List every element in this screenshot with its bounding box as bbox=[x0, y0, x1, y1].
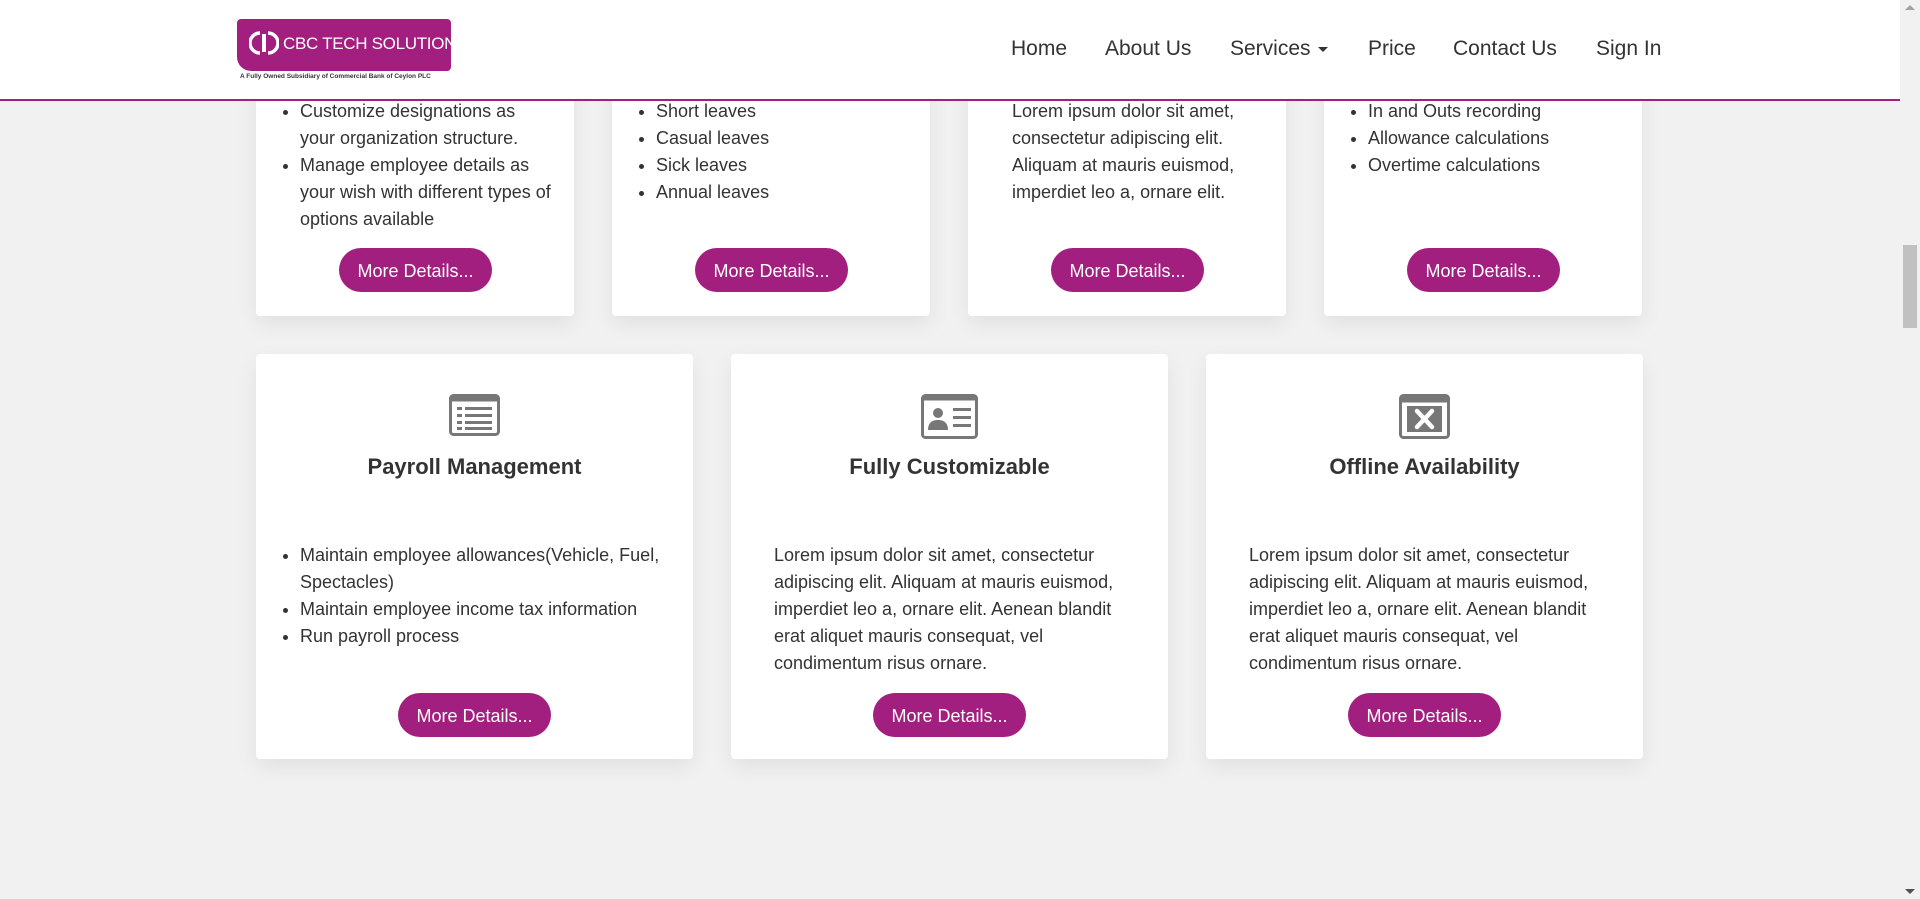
feature-description: Lorem ipsum dolor sit amet, consectetur … bbox=[1249, 545, 1589, 673]
more-details-button[interactable]: More Details... bbox=[873, 693, 1026, 737]
list-item: Customize designations as your organizat… bbox=[300, 98, 554, 152]
nav-services[interactable]: Services bbox=[1230, 37, 1328, 61]
page-scrollbar[interactable] bbox=[1900, 0, 1920, 899]
card-title: Offline Availability bbox=[1329, 454, 1520, 479]
list-item: Sick leaves bbox=[656, 152, 910, 179]
more-details-button[interactable]: More Details... bbox=[1348, 693, 1501, 737]
nav-home[interactable]: Home bbox=[1011, 37, 1067, 61]
list-item: Run payroll process bbox=[300, 623, 673, 650]
feature-card-customizable: Fully Customizable Lorem ipsum dolor sit… bbox=[731, 354, 1168, 759]
more-details-button[interactable]: More Details... bbox=[1051, 248, 1204, 292]
nav-contact-us[interactable]: Contact Us bbox=[1453, 37, 1557, 61]
more-details-button[interactable]: More Details... bbox=[1407, 248, 1560, 292]
more-details-button[interactable]: More Details... bbox=[339, 248, 492, 292]
list-item: Overtime calculations bbox=[1368, 152, 1622, 179]
list-item: Maintain employee income tax information bbox=[300, 596, 673, 623]
scroll-down-arrow-icon[interactable] bbox=[1905, 889, 1915, 894]
close-box-icon bbox=[1399, 394, 1450, 439]
card-title: Payroll Management bbox=[367, 454, 582, 479]
list-item: Annual leaves bbox=[656, 179, 910, 206]
list-item: In and Outs recording bbox=[1368, 98, 1622, 125]
list-item: Maintain employee allowances(Vehicle, Fu… bbox=[300, 542, 673, 596]
list-item: Casual leaves bbox=[656, 125, 910, 152]
card-title: Fully Customizable bbox=[849, 454, 1050, 479]
feature-card-offline: Offline Availability Lorem ipsum dolor s… bbox=[1206, 354, 1643, 759]
scrollbar-thumb[interactable] bbox=[1903, 245, 1917, 328]
feature-description: Lorem ipsum dolor sit amet, consectetur … bbox=[1012, 101, 1235, 202]
nav-about-us[interactable]: About Us bbox=[1105, 37, 1191, 61]
feature-list: Short leaves Casual leaves Sick leaves A… bbox=[612, 98, 910, 206]
logo-text: CBC TECH SOLUTIONS bbox=[283, 34, 468, 53]
more-details-button[interactable]: More Details... bbox=[398, 693, 551, 737]
navbar: CBC TECH SOLUTIONS A Fully Owned Subsidi… bbox=[0, 0, 1900, 101]
scroll-up-arrow-icon[interactable] bbox=[1905, 5, 1915, 10]
feature-description: Lorem ipsum dolor sit amet, consectetur … bbox=[774, 545, 1114, 673]
list-icon bbox=[449, 394, 500, 436]
nav-services-label: Services bbox=[1230, 37, 1311, 60]
feature-list: In and Outs recording Allowance calculat… bbox=[1324, 98, 1622, 179]
nav-price[interactable]: Price bbox=[1368, 37, 1416, 61]
feature-card-payroll: Payroll Management Maintain employee all… bbox=[256, 354, 693, 759]
logo-badge: CBC TECH SOLUTIONS bbox=[237, 19, 467, 71]
list-item: Allowance calculations bbox=[1368, 125, 1622, 152]
company-logo[interactable]: CBC TECH SOLUTIONS A Fully Owned Subsidi… bbox=[237, 19, 467, 83]
logo-tagline: A Fully Owned Subsidiary of Commercial B… bbox=[240, 73, 431, 80]
feature-list: Customize designations as your organizat… bbox=[256, 98, 554, 233]
list-item: Manage employee details as your wish wit… bbox=[300, 152, 554, 233]
caret-down-icon bbox=[1317, 46, 1328, 52]
logo-mark-icon bbox=[249, 31, 279, 55]
more-details-button[interactable]: More Details... bbox=[695, 248, 848, 292]
feature-list: Maintain employee allowances(Vehicle, Fu… bbox=[256, 542, 673, 650]
nav-sign-in[interactable]: Sign In bbox=[1596, 37, 1661, 61]
list-item: Short leaves bbox=[656, 98, 910, 125]
id-card-icon bbox=[921, 394, 978, 439]
